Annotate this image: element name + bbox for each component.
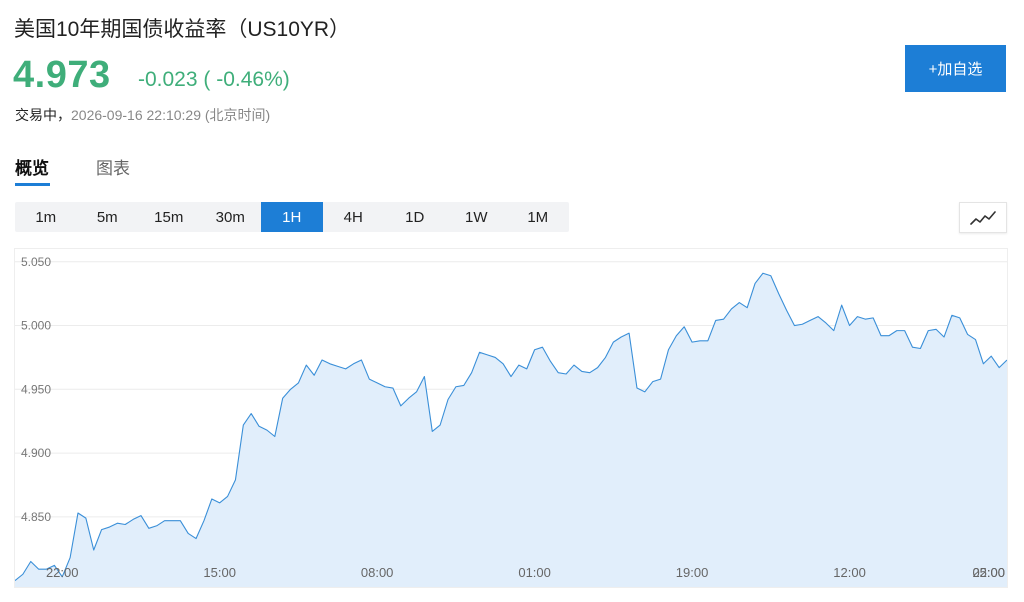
price-chart[interactable]: 5.0505.0004.9504.9004.8504.80022:0015:00… <box>14 248 1008 588</box>
interval-1m[interactable]: 1m <box>15 202 77 232</box>
y-tick-label: 5.000 <box>21 319 51 333</box>
tab-chart[interactable]: 图表 <box>96 154 130 179</box>
y-tick-label: 4.850 <box>21 510 51 524</box>
line-chart-icon <box>970 210 996 225</box>
current-price: 4.973 <box>13 54 111 96</box>
interval-1d[interactable]: 1D <box>384 202 446 232</box>
quote-page: 美国10年期国债收益率（US10YR） 4.973 -0.023 ( -0.46… <box>0 0 1024 602</box>
interval-4h[interactable]: 4H <box>323 202 385 232</box>
tab-overview[interactable]: 概览 <box>15 154 49 179</box>
chart-type-button[interactable] <box>959 202 1007 233</box>
x-tick-label: 01:00 <box>518 565 551 580</box>
interval-selector: 1m 5m 15m 30m 1H 4H 1D 1W 1M <box>15 202 569 232</box>
y-tick-label: 5.050 <box>21 255 51 269</box>
price-area <box>15 273 1007 587</box>
trading-state: 交易中， <box>15 107 71 123</box>
interval-1mo[interactable]: 1M <box>507 202 569 232</box>
active-tab-indicator <box>15 183 50 186</box>
x-tick-label: 15:00 <box>203 565 236 580</box>
x-tick-label: 19:00 <box>676 565 709 580</box>
interval-30m[interactable]: 30m <box>200 202 262 232</box>
x-tick-label: 08:00 <box>361 565 394 580</box>
quote-timestamp: 2026-09-16 22:10:29 (北京时间) <box>71 107 271 123</box>
x-tick-label: 22:00 <box>972 565 1005 580</box>
interval-15m[interactable]: 15m <box>138 202 200 232</box>
interval-1w[interactable]: 1W <box>446 202 508 232</box>
add-watchlist-button[interactable]: +加自选 <box>905 45 1006 92</box>
x-tick-label: 22:00 <box>46 565 79 580</box>
price-change: -0.023 ( -0.46%) <box>138 68 290 91</box>
y-tick-label: 4.950 <box>21 382 51 396</box>
y-tick-label: 4.900 <box>21 446 51 460</box>
price-chart-svg: 5.0505.0004.9504.9004.8504.80022:0015:00… <box>14 255 1008 588</box>
interval-1h[interactable]: 1H <box>261 202 323 232</box>
x-tick-label: 12:00 <box>833 565 866 580</box>
page-title: 美国10年期国债收益率（US10YR） <box>14 18 351 41</box>
interval-5m[interactable]: 5m <box>77 202 139 232</box>
market-status: 交易中，2026-09-16 22:10:29 (北京时间) <box>15 105 270 125</box>
